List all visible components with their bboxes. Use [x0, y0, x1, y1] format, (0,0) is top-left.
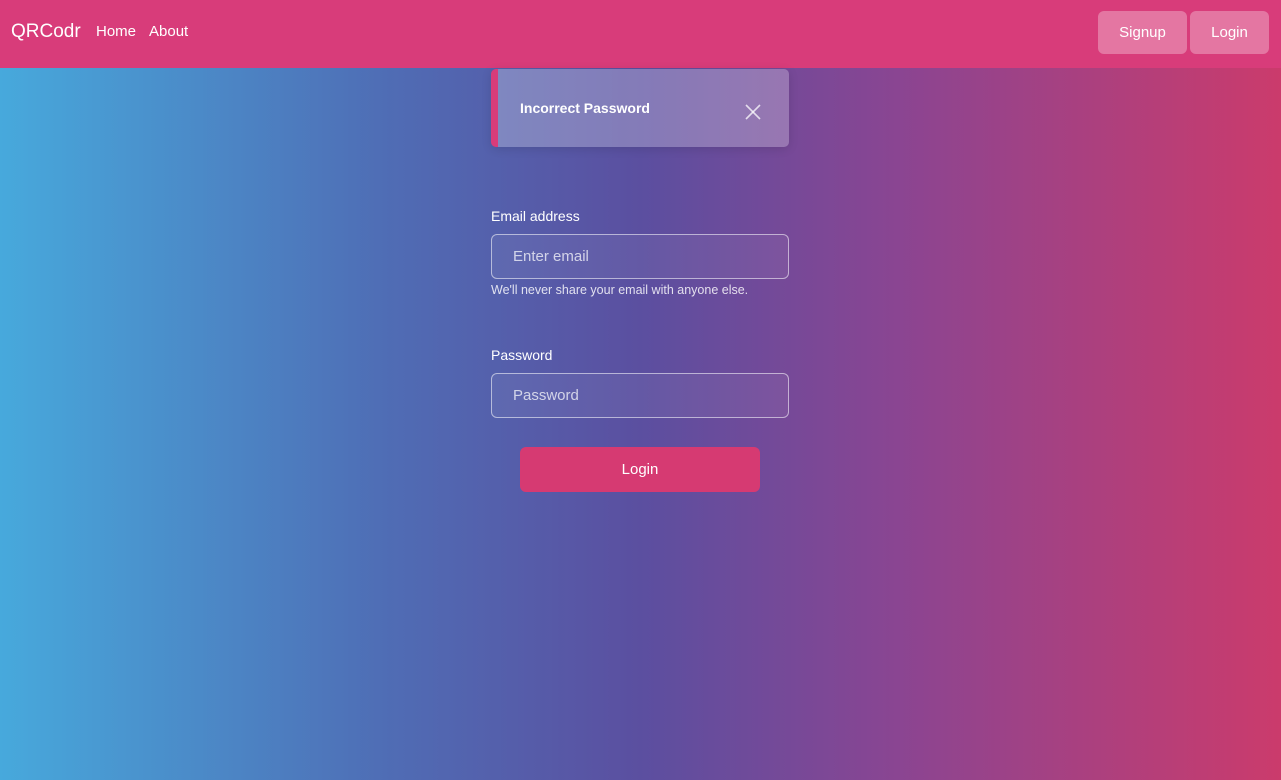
email-input[interactable]	[491, 234, 789, 279]
nav-link-home[interactable]: Home	[96, 23, 136, 41]
navbar-login-button[interactable]: Login	[1190, 11, 1269, 54]
email-help-text: We'll never share your email with anyone…	[491, 283, 749, 297]
password-label: Password	[491, 347, 553, 363]
nav-link-about[interactable]: About	[149, 23, 188, 41]
email-label: Email address	[491, 208, 580, 224]
close-icon[interactable]	[744, 103, 762, 121]
brand-logo[interactable]: QRCodr	[11, 20, 81, 44]
navbar: QRCodr Home About Signup Login	[0, 0, 1281, 68]
password-input[interactable]	[491, 373, 789, 418]
error-toast: Incorrect Password	[491, 69, 789, 147]
toast-message: Incorrect Password	[520, 100, 650, 116]
signup-button[interactable]: Signup	[1098, 11, 1187, 54]
login-submit-button[interactable]: Login	[520, 447, 760, 492]
